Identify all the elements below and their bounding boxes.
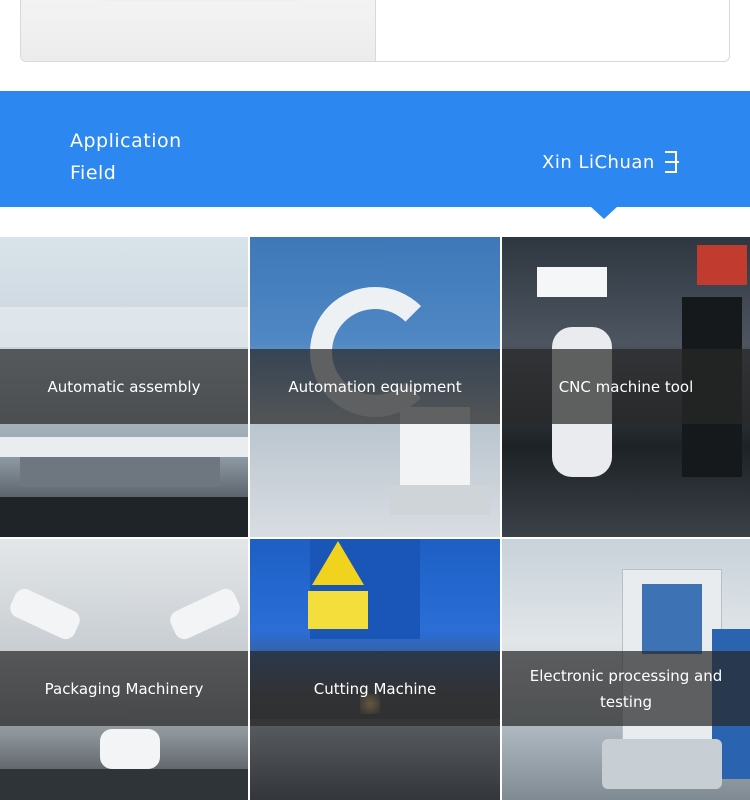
tile-label: Packaging Machinery bbox=[44, 679, 204, 698]
tile-label: Cutting Machine bbox=[313, 679, 437, 698]
tile-caption-band: CNC machine tool bbox=[502, 349, 750, 424]
tile-label: Electronic processing and testing bbox=[529, 666, 723, 711]
application-tile-cutting-machine[interactable]: Cutting Machine bbox=[250, 539, 500, 800]
application-tile-electronic-processing[interactable]: Electronic processing and testing bbox=[502, 539, 750, 800]
section-title-line1: Application bbox=[70, 130, 182, 152]
tile-label: Automatic assembly bbox=[47, 377, 201, 396]
tile-caption-band: Packaging Machinery bbox=[0, 651, 248, 726]
application-tile-packaging-machinery[interactable]: Packaging Machinery bbox=[0, 539, 248, 800]
tile-label: Automation equipment bbox=[288, 377, 462, 396]
product-image bbox=[21, 0, 376, 61]
tile-caption-band: Automatic assembly bbox=[0, 349, 248, 424]
tile-caption-band: Automation equipment bbox=[250, 349, 500, 424]
tile-caption-band: Electronic processing and testing bbox=[502, 651, 750, 726]
application-tile-automation-equipment[interactable]: Automation equipment bbox=[250, 237, 500, 537]
brand-name: Xin LiChuan bbox=[542, 152, 655, 173]
banner-pointer bbox=[590, 206, 618, 219]
application-tile-cnc-machine-tool[interactable]: CNC machine tool bbox=[502, 237, 750, 537]
tile-caption-band: Cutting Machine bbox=[250, 651, 500, 726]
application-tile-automatic-assembly[interactable]: Automatic assembly bbox=[0, 237, 248, 537]
section-title: Application Field bbox=[70, 125, 210, 189]
menu-icon[interactable] bbox=[665, 151, 681, 173]
section-title-line2: Field bbox=[70, 162, 117, 184]
tile-label: CNC machine tool bbox=[558, 377, 694, 396]
product-card bbox=[20, 0, 730, 62]
